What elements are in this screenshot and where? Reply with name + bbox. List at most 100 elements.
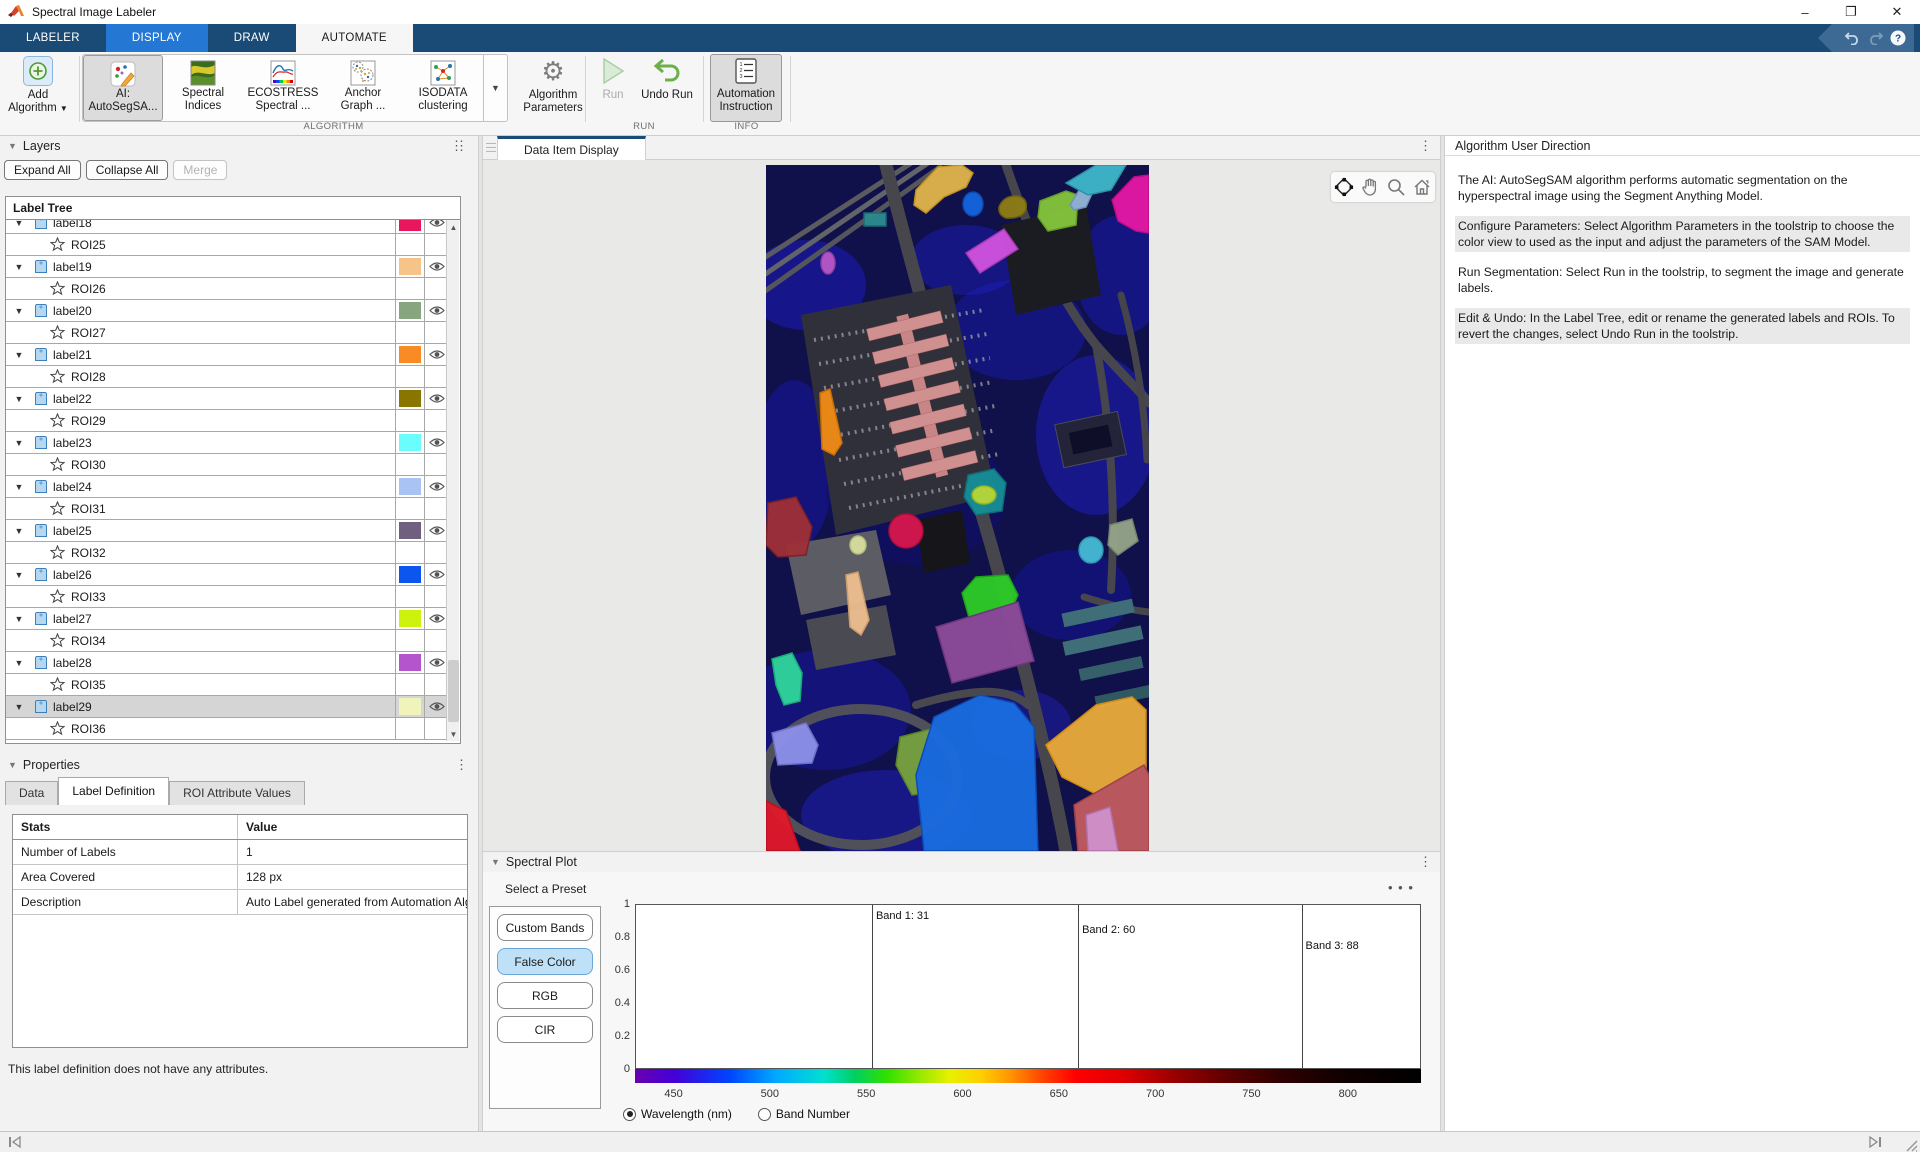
label-name[interactable]: label25	[53, 524, 92, 538]
label-color-cell[interactable]	[395, 388, 424, 409]
expand-triangle-icon[interactable]: ▼	[12, 526, 26, 536]
label-item[interactable]: ▼ label22	[6, 388, 395, 409]
radio-band-number[interactable]: Band Number	[758, 1107, 850, 1121]
label-name[interactable]: label20	[53, 304, 92, 318]
tree-row-label20[interactable]: ▼ label20	[6, 300, 448, 322]
expand-all-button[interactable]: Expand All	[4, 160, 81, 180]
label-color-swatch[interactable]	[399, 390, 421, 407]
preset-false-color-button[interactable]: False Color	[497, 948, 593, 975]
label-name[interactable]: label21	[53, 348, 92, 362]
plot-more-button[interactable]: • • •	[1388, 880, 1414, 895]
gallery-item-anchor[interactable]: AnchorGraph ...	[323, 55, 403, 121]
preset-cir-button[interactable]: CIR	[497, 1016, 593, 1043]
eye-icon[interactable]	[429, 481, 445, 492]
expand-triangle-icon[interactable]: ▼	[12, 438, 26, 448]
visibility-cell[interactable]	[424, 256, 448, 277]
roi-name[interactable]: ROI25	[71, 238, 106, 252]
eye-icon[interactable]	[429, 220, 445, 228]
eye-icon[interactable]	[429, 525, 445, 536]
label-item[interactable]: ▼label21	[6, 344, 395, 365]
label-color-cell[interactable]	[395, 696, 424, 717]
expand-triangle-icon[interactable]: ▼	[12, 220, 26, 228]
gallery-expand-icon[interactable]: ▼	[483, 55, 507, 121]
label-name[interactable]: label22	[53, 392, 92, 406]
visibility-cell[interactable]	[424, 432, 448, 453]
tree-row-label24[interactable]: ▼label24	[6, 476, 448, 498]
ribbon-tab-draw[interactable]: DRAW	[208, 24, 296, 52]
tab-data[interactable]: Data	[5, 781, 58, 805]
roi-name[interactable]: ROI31	[71, 502, 106, 516]
label-item[interactable]: ▼ label27	[6, 608, 395, 629]
visibility-cell[interactable]	[424, 652, 448, 673]
roi-item[interactable]: ROI32	[6, 542, 395, 563]
roi-item[interactable]: ROI35	[6, 674, 395, 695]
expand-triangle-icon[interactable]: ▼	[12, 394, 26, 404]
tree-row-roi32[interactable]: ROI32	[6, 542, 448, 564]
label-color-cell[interactable]	[395, 344, 424, 365]
help-icon[interactable]: ?	[1890, 30, 1906, 46]
roi-item[interactable]: ROI33	[6, 586, 395, 607]
collapse-left-icon[interactable]	[8, 1136, 22, 1148]
expand-triangle-icon[interactable]: ▼	[12, 570, 26, 580]
tree-row-label25[interactable]: ▼ label25	[6, 520, 448, 542]
label-item[interactable]: ▼label19	[6, 256, 395, 277]
ribbon-tab-labeler[interactable]: LABELER	[0, 24, 106, 52]
tree-row-label21[interactable]: ▼label21	[6, 344, 448, 366]
preset-custom-bands-button[interactable]: Custom Bands	[497, 914, 593, 941]
expand-triangle-icon[interactable]: ▼	[12, 262, 26, 272]
properties-menu-icon[interactable]: ⋮	[455, 760, 468, 770]
plot-area[interactable]	[635, 904, 1421, 1069]
zoom-icon[interactable]	[1386, 177, 1406, 197]
tree-row-label26[interactable]: ▼label26	[6, 564, 448, 586]
roi-name[interactable]: ROI36	[71, 722, 106, 736]
eye-icon[interactable]	[429, 349, 445, 360]
label-color-swatch[interactable]	[399, 654, 421, 671]
visibility-cell[interactable]	[424, 344, 448, 365]
roi-name[interactable]: ROI30	[71, 458, 106, 472]
roi-select-icon[interactable]	[1334, 177, 1354, 197]
roi-item[interactable]: ROI28	[6, 366, 395, 387]
collapse-icon[interactable]: ▼	[8, 141, 17, 151]
label-color-swatch[interactable]	[399, 566, 421, 583]
gallery-item-ecostress[interactable]: ECOSTRESSSpectral ...	[243, 55, 323, 121]
label-color-swatch[interactable]	[399, 610, 421, 627]
algorithm-parameters-button[interactable]: ⚙ AlgorithmParameters	[520, 56, 586, 115]
tree-row-label19[interactable]: ▼label19	[6, 256, 448, 278]
eye-icon[interactable]	[429, 657, 445, 668]
label-item[interactable]: ▼ label25	[6, 520, 395, 541]
minimize-button[interactable]: –	[1782, 0, 1828, 24]
label-color-swatch[interactable]	[399, 258, 421, 275]
expand-triangle-icon[interactable]: ▼	[12, 658, 26, 668]
expand-triangle-icon[interactable]: ▼	[12, 614, 26, 624]
roi-name[interactable]: ROI28	[71, 370, 106, 384]
tree-row-roi35[interactable]: ROI35	[6, 674, 448, 696]
label-name[interactable]: label29	[53, 700, 92, 714]
label-item[interactable]: ▼ label20	[6, 300, 395, 321]
undo-icon[interactable]	[1844, 31, 1861, 45]
ribbon-tab-display[interactable]: DISPLAY	[106, 24, 208, 52]
tree-row-label27[interactable]: ▼ label27	[6, 608, 448, 630]
label-color-swatch[interactable]	[399, 346, 421, 363]
eye-icon[interactable]	[429, 613, 445, 624]
eye-icon[interactable]	[429, 437, 445, 448]
scroll-down-icon[interactable]: ▼	[447, 727, 460, 741]
gallery-item-isodata[interactable]: ISODATAclustering	[403, 55, 483, 121]
expand-triangle-icon[interactable]: ▼	[12, 482, 26, 492]
label-color-swatch[interactable]	[399, 478, 421, 495]
roi-item[interactable]: ROI30	[6, 454, 395, 475]
label-item[interactable]: ▼label28	[6, 652, 395, 673]
label-name[interactable]: label27	[53, 612, 92, 626]
automation-instruction-button[interactable]: 123 AutomationInstruction	[710, 54, 782, 122]
roi-name[interactable]: ROI35	[71, 678, 106, 692]
roi-name[interactable]: ROI27	[71, 326, 106, 340]
tab-roi-attribute-values[interactable]: ROI Attribute Values	[169, 781, 305, 805]
label-item[interactable]: ▼label24	[6, 476, 395, 497]
expand-triangle-icon[interactable]: ▼	[12, 306, 26, 316]
roi-item[interactable]: ROI34	[6, 630, 395, 651]
radio-icon[interactable]	[623, 1108, 636, 1121]
label-color-cell[interactable]	[395, 220, 424, 233]
band-marker-line[interactable]	[872, 905, 873, 1068]
resize-grip-icon[interactable]	[1904, 1138, 1918, 1152]
radio-wavelength-nm-[interactable]: Wavelength (nm)	[623, 1107, 732, 1121]
roi-item[interactable]: ROI29	[6, 410, 395, 431]
